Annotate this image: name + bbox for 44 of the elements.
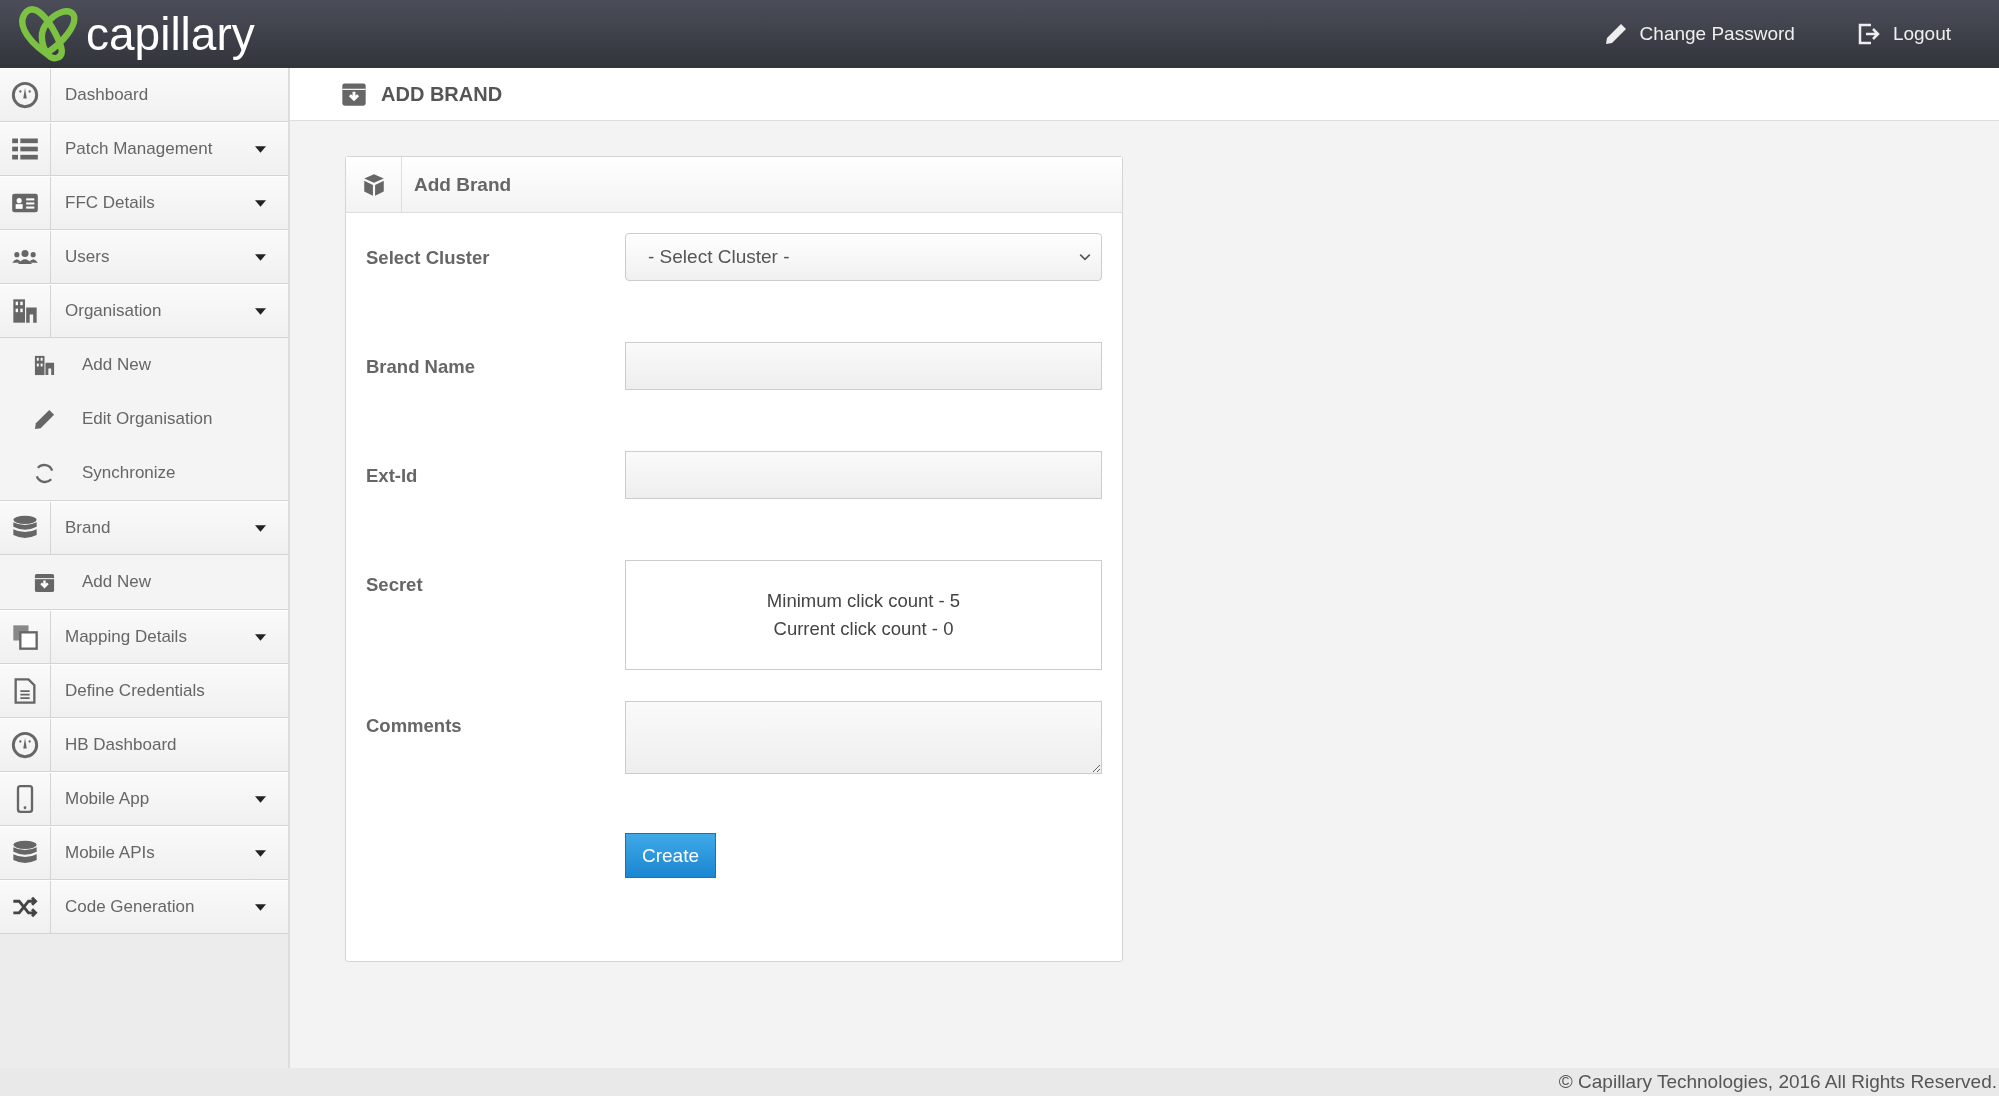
- submenu-item[interactable]: Add New: [0, 338, 288, 392]
- copyright-text: © Capillary Technologies, 2016 All Rights Reserved.: [1558, 1071, 1998, 1093]
- comments-field[interactable]: [625, 701, 1102, 774]
- input-field[interactable]: [625, 451, 1102, 499]
- create-button[interactable]: Create: [625, 833, 716, 878]
- sidebar-item[interactable]: HB Dashboard: [0, 718, 288, 772]
- gauge-icon: [11, 731, 39, 759]
- input-field[interactable]: [625, 342, 1102, 390]
- sidebar-item[interactable]: Organisation: [0, 284, 288, 338]
- field-label: Secret: [366, 573, 424, 596]
- sync-icon: [33, 461, 56, 485]
- field-label: Comments: [366, 714, 463, 737]
- page-title: ADD BRAND: [381, 82, 503, 106]
- building-icon: [33, 353, 56, 377]
- logout-icon: [1856, 22, 1881, 46]
- building-icon: [11, 297, 39, 325]
- sidebar-item[interactable]: Patch Management: [0, 122, 288, 176]
- cluster-select[interactable]: - Select Cluster -: [625, 233, 1102, 281]
- sidebar-item[interactable]: Mapping Details: [0, 610, 288, 664]
- submenu-item[interactable]: Synchronize: [0, 446, 288, 500]
- submenu-item[interactable]: Add New: [0, 555, 288, 609]
- chevron-down-icon: [1079, 253, 1091, 261]
- sidebar-item[interactable]: Mobile APIs: [0, 826, 288, 880]
- logout-link[interactable]: Logout: [1856, 22, 1951, 46]
- change-password-link[interactable]: Change Password: [1603, 22, 1795, 46]
- gauge-icon: [11, 81, 39, 109]
- copy-icon: [11, 623, 39, 651]
- card-title: Add Brand: [413, 173, 512, 196]
- sidebar-item[interactable]: FFC Details: [0, 176, 288, 230]
- field-label: Brand Name: [366, 355, 476, 378]
- sidebar-item[interactable]: Brand: [0, 501, 288, 555]
- sidebar-item[interactable]: Code Generation: [0, 880, 288, 934]
- field-label: Select Cluster: [366, 246, 491, 269]
- sidebar-item[interactable]: Dashboard: [0, 68, 288, 122]
- pencil-icon: [1603, 22, 1628, 46]
- sidebar-item[interactable]: Define Credentials: [0, 664, 288, 718]
- click-count-text: Minimum click count - 5: [766, 590, 961, 612]
- field-label: Ext-Id: [366, 464, 419, 487]
- sidebar-item[interactable]: Users: [0, 230, 288, 284]
- secret-box[interactable]: Minimum click count - 5 Current click count - 0: [625, 560, 1102, 670]
- click-count-text: Current click count - 0: [773, 618, 954, 640]
- sidebar-item[interactable]: Mobile App: [0, 772, 288, 826]
- submenu-item[interactable]: Edit Organisation: [0, 392, 288, 446]
- pencil-icon: [33, 407, 56, 431]
